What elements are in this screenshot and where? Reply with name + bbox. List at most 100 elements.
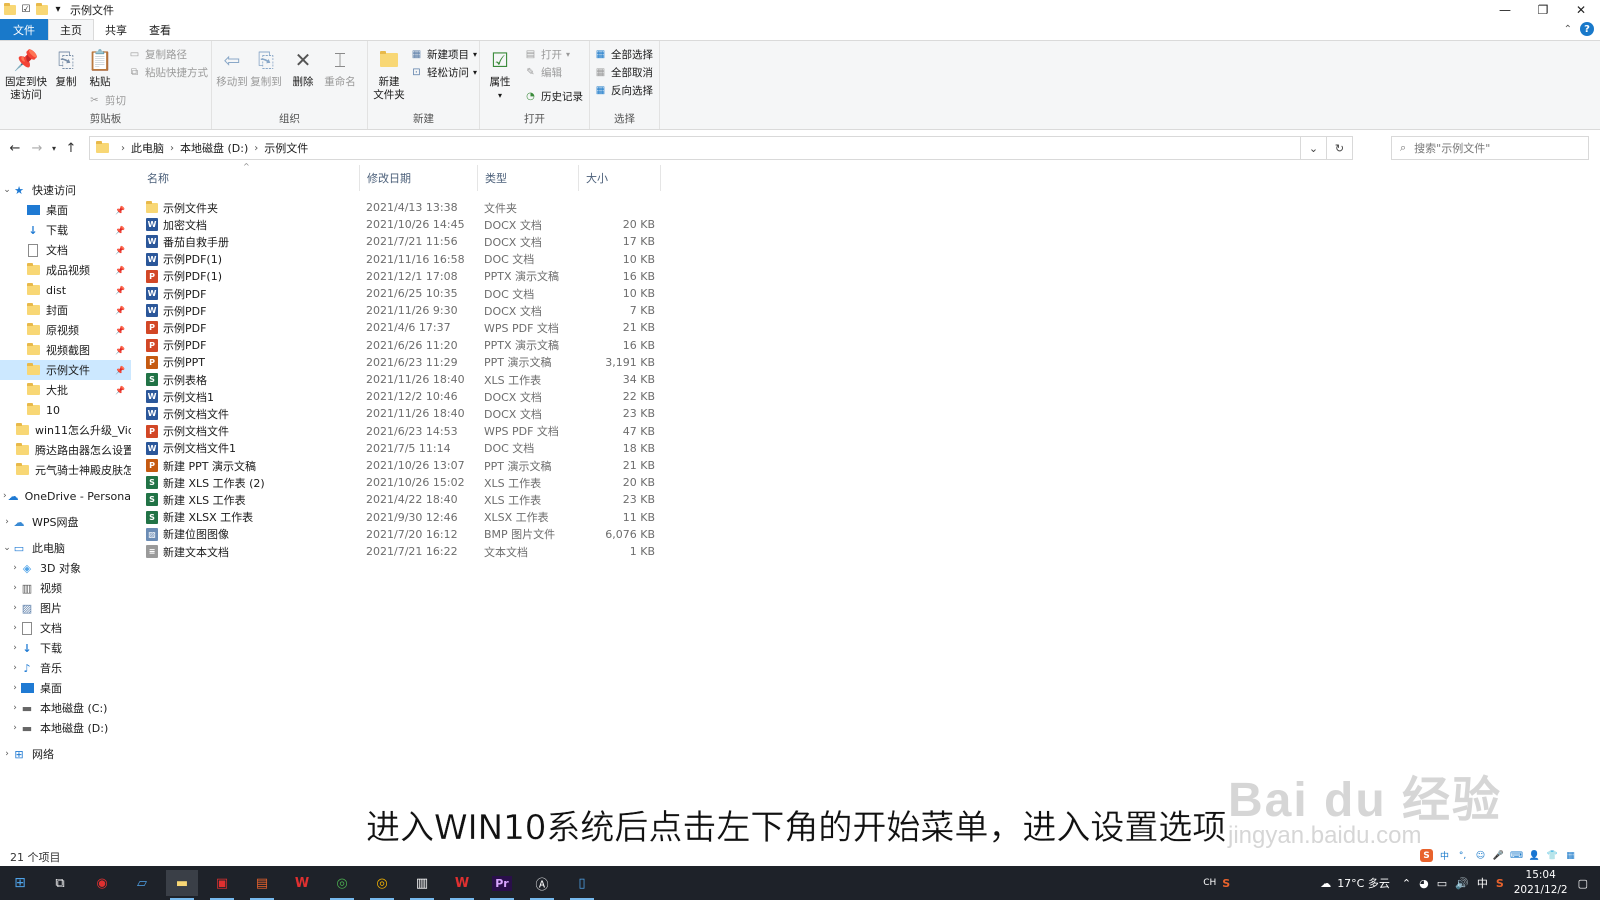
tree-item-quick-4[interactable]: dist 📌 [0, 280, 131, 300]
taskbar-app-wps-2[interactable]: W [446, 870, 478, 900]
tree-this-pc[interactable]: ⌄ ▭ 此电脑 [0, 538, 131, 558]
taskbar-app-chrome[interactable]: ◎ [326, 870, 358, 900]
file-row[interactable]: S 示例表格 2021/11/26 18:40 XLS 工作表 34 KB [140, 371, 660, 388]
sogou-logo-icon[interactable]: S [1420, 849, 1433, 862]
taskbar-app-autocad[interactable]: Ⓐ [526, 870, 558, 900]
help-icon[interactable]: ? [1580, 22, 1594, 36]
properties-button[interactable]: ☑ 属性 ▾ [486, 47, 514, 102]
forward-button[interactable]: → [26, 137, 48, 159]
column-name[interactable]: 名称 [140, 165, 360, 191]
taskbar-app-premiere[interactable]: Pr [486, 870, 518, 900]
cut-button[interactable]: ✂ 剪切 [88, 93, 126, 108]
file-row[interactable]: P 示例PDF 2021/6/26 11:20 PPTX 演示文稿 16 KB [140, 337, 660, 354]
paste-button[interactable]: 📋 粘贴 [86, 47, 114, 89]
weather-cloud-icon[interactable]: ☁ [1320, 877, 1331, 890]
paste-shortcut-button[interactable]: ⧉ 粘贴快捷方式 [128, 65, 208, 80]
expanded-chevron-icon[interactable]: ⌄ [2, 185, 12, 195]
file-row[interactable]: S 新建 XLS 工作表 (2) 2021/10/26 15:02 XLS 工作表 20… [140, 474, 660, 491]
file-row[interactable]: S 新建 XLSX 工作表 2021/9/30 12:46 XLSX 工作表 11 KB [140, 509, 660, 526]
address-bar[interactable]: › 此电脑 › 本地磁盘 (D:) › 示例文件 ⌄ ↻ [89, 136, 1353, 160]
taskbar-app-netease-music[interactable]: ◉ [86, 870, 118, 896]
breadcrumb-this-pc[interactable]: 此电脑 [131, 140, 164, 156]
ime-menu-icon[interactable]: ▦ [1564, 849, 1577, 862]
collapsed-chevron-icon[interactable]: › [10, 643, 20, 653]
file-row[interactable]: P 示例PPT 2021/6/23 11:29 PPT 演示文稿 3,191 KB [140, 354, 660, 371]
select-none-button[interactable]: ▦ 全部取消 [594, 65, 653, 80]
file-row[interactable]: P 新建 PPT 演示文稿 2021/10/26 13:07 PPT 演示文稿 21 K… [140, 457, 660, 474]
tree-item-pc-4[interactable]: › ↓ 下载 [0, 638, 131, 658]
recent-locations-button[interactable]: ▾ [48, 137, 60, 159]
collapsed-chevron-icon[interactable]: › [10, 723, 20, 733]
tree-item-pc-5[interactable]: › ♪ 音乐 [0, 658, 131, 678]
clock[interactable]: 15:04 2021/12/2 [1514, 868, 1568, 898]
up-button[interactable]: ↑ [60, 137, 82, 159]
tree-item-pc-7[interactable]: › ▬ 本地磁盘 (C:) [0, 698, 131, 718]
copy-path-button[interactable]: ▭ 复制路径 [128, 47, 187, 62]
breadcrumb-current-folder[interactable]: 示例文件 [264, 140, 308, 156]
file-row[interactable]: ≡ 新建文本文档 2021/7/21 16:22 文本文档 1 KB [140, 543, 660, 560]
file-row[interactable]: W 示例PDF 2021/11/26 9:30 DOCX 文档 7 KB [140, 302, 660, 319]
file-row[interactable]: W 示例文档文件1 2021/7/5 11:14 DOC 文档 18 KB [140, 440, 660, 457]
tree-item-pc-2[interactable]: › ▨ 图片 [0, 598, 131, 618]
breadcrumb-drive-d[interactable]: 本地磁盘 (D:) [180, 140, 248, 156]
taskbar-app-tablet[interactable]: ▯ [566, 870, 598, 900]
delete-button[interactable]: ✕ 删除 [290, 47, 316, 89]
taskbar-app-notes[interactable]: ▱ [126, 870, 158, 896]
qq-tray-icon[interactable]: ◕ [1419, 877, 1429, 890]
open-button[interactable]: ▤ 打开 ▾ [524, 47, 570, 62]
collapsed-chevron-icon[interactable]: › [10, 603, 20, 613]
tree-network[interactable]: › ⊞ 网络 [0, 744, 131, 764]
ime-chinese-icon[interactable]: 中 [1438, 849, 1451, 862]
tree-item-quick-9[interactable]: 大批 📌 [0, 380, 131, 400]
collapsed-chevron-icon[interactable]: › [10, 623, 20, 633]
new-folder-quick-icon[interactable] [36, 2, 48, 16]
ime-keyboard-icon[interactable]: ⌨ [1510, 849, 1523, 862]
close-button[interactable]: ✕ [1562, 0, 1600, 19]
tray-ch-label[interactable]: CH [1203, 878, 1216, 888]
file-row[interactable]: W 示例PDF(1) 2021/11/16 16:58 DOC 文档 10 KB [140, 251, 660, 268]
minimize-button[interactable]: — [1486, 0, 1524, 19]
tree-item-quick-12[interactable]: 腾达路由器怎么设置 [0, 440, 131, 460]
collapsed-chevron-icon[interactable]: › [10, 583, 20, 593]
search-box[interactable]: ⌕ 搜索"示例文件" [1391, 136, 1589, 160]
column-size[interactable]: 大小 [579, 165, 661, 191]
tree-item-quick-1[interactable]: ↓ 下载 📌 [0, 220, 131, 240]
column-date[interactable]: 修改日期 [360, 165, 478, 191]
taskbar-app-wps[interactable]: W [286, 870, 318, 896]
file-row[interactable]: W 示例文档1 2021/12/2 10:46 DOCX 文档 22 KB [140, 388, 660, 405]
expanded-chevron-icon[interactable]: ⌄ [2, 543, 12, 553]
tree-item-pc-8[interactable]: › ▬ 本地磁盘 (D:) [0, 718, 131, 738]
history-button[interactable]: ◔ 历史记录 [524, 89, 583, 104]
tree-item-quick-0[interactable]: 桌面 📌 [0, 200, 131, 220]
tree-item-quick-10[interactable]: 10 [0, 400, 131, 420]
back-button[interactable]: ← [4, 137, 26, 159]
ime-emoji-icon[interactable]: ☺ [1474, 849, 1487, 862]
file-row[interactable]: S 新建 XLS 工作表 2021/4/22 18:40 XLS 工作表 23 KB [140, 491, 660, 508]
file-row[interactable]: P 示例文档文件 2021/6/23 14:53 WPS PDF 文档 47 KB [140, 423, 660, 440]
file-row[interactable]: P 示例PDF 2021/4/6 17:37 WPS PDF 文档 21 KB [140, 319, 660, 336]
tab-home[interactable]: 主页 [48, 19, 94, 40]
rename-button[interactable]: ⌶ 重命名 [324, 47, 356, 89]
collapse-ribbon-icon[interactable]: ⌃ [1564, 24, 1572, 35]
tree-item-quick-3[interactable]: 成品视频 📌 [0, 260, 131, 280]
sogou-tray-icon[interactable]: S [1222, 877, 1230, 890]
tab-share[interactable]: 共享 [94, 19, 138, 40]
column-type[interactable]: 类型 [478, 165, 579, 191]
new-item-button[interactable]: ▦ 新建项目 ▾ [410, 47, 477, 62]
collapsed-chevron-icon[interactable]: › [2, 517, 12, 527]
network-icon[interactable]: ▭ [1437, 877, 1447, 890]
file-row[interactable]: W 示例文档文件 2021/11/26 18:40 DOCX 文档 23 KB [140, 405, 660, 422]
file-row[interactable]: 示例文件夹 2021/4/13 13:38 文件夹 [140, 199, 660, 216]
easy-access-button[interactable]: ⊡ 轻松访问 ▾ [410, 65, 477, 80]
tree-item-quick-8[interactable]: 示例文件 📌 [0, 360, 131, 380]
collapsed-chevron-icon[interactable]: › [10, 683, 20, 693]
taskbar-app-chrome-2[interactable]: ◎ [366, 870, 398, 900]
ime-user-icon[interactable]: 👤 [1528, 849, 1541, 862]
ime-skin-icon[interactable]: 👕 [1546, 849, 1559, 862]
move-to-button[interactable]: ⇦ 移动到 [216, 47, 248, 89]
show-hidden-icons-icon[interactable]: ⌃ [1402, 877, 1411, 890]
tree-item-quick-6[interactable]: 原视频 📌 [0, 320, 131, 340]
task-view-button[interactable]: ⧉ [44, 870, 76, 896]
tree-item-quick-5[interactable]: 封面 📌 [0, 300, 131, 320]
tree-item-pc-3[interactable]: › 文档 [0, 618, 131, 638]
